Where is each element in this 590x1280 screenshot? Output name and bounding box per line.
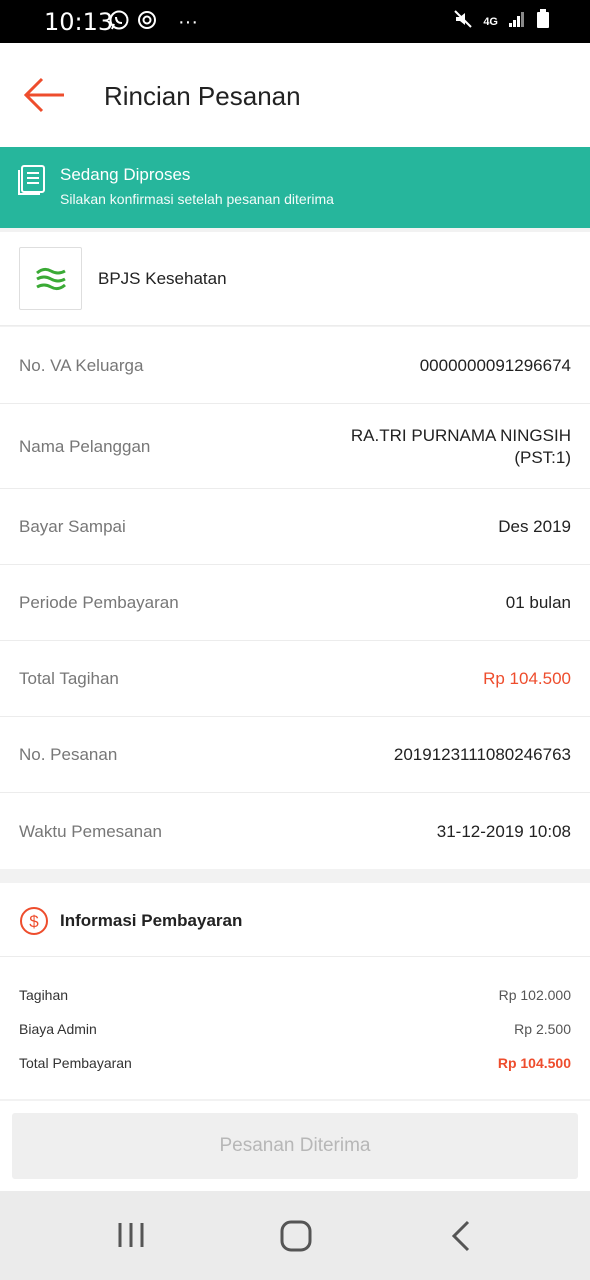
detail-label: Bayar Sampai bbox=[19, 517, 126, 536]
recent-apps-icon[interactable] bbox=[115, 1219, 147, 1256]
provider-name: BPJS Kesehatan bbox=[98, 269, 227, 288]
back-button[interactable] bbox=[20, 73, 70, 117]
more-icon: ··· bbox=[178, 11, 198, 33]
detail-value: 31-12-2019 10:08 bbox=[436, 822, 571, 841]
bottom-action-bar: Pesanan Diterima bbox=[0, 1101, 590, 1191]
status-time: 10:13 bbox=[44, 8, 114, 36]
detail-label: Waktu Pemesanan bbox=[19, 822, 162, 841]
payment-line-bill: Tagihan Rp 102.000 bbox=[0, 987, 590, 1007]
mute-icon bbox=[453, 9, 473, 34]
payment-info-title: Informasi Pembayaran bbox=[60, 911, 243, 930]
order-received-button[interactable]: Pesanan Diterima bbox=[12, 1113, 578, 1179]
payment-value: Rp 2.500 bbox=[514, 1021, 571, 1037]
detail-row-order-time: Waktu Pemesanan 31-12-2019 10:08 bbox=[0, 793, 590, 869]
detail-row-total: Total Tagihan Rp 104.500 bbox=[0, 641, 590, 717]
detail-row-period: Periode Pembayaran 01 bulan bbox=[0, 565, 590, 641]
detail-label: Total Tagihan bbox=[19, 669, 119, 688]
page-title: Rincian Pesanan bbox=[104, 81, 301, 111]
payment-line-admin: Biaya Admin Rp 2.500 bbox=[0, 1021, 590, 1041]
detail-value-line1: RA.TRI PURNAMA NINGSIH bbox=[350, 426, 571, 445]
payment-label: Total Pembayaran bbox=[19, 1055, 132, 1071]
provider-row: BPJS Kesehatan bbox=[0, 232, 590, 326]
payment-label: Biaya Admin bbox=[19, 1021, 97, 1037]
status-subtitle: Silakan konfirmasi setelah pesanan diter… bbox=[60, 191, 334, 207]
detail-value: 2019123111080246763 bbox=[393, 745, 571, 764]
payment-line-total: Total Pembayaran Rp 104.500 bbox=[0, 1055, 590, 1075]
detail-row-va: No. VA Keluarga 0000000091296674 bbox=[0, 327, 590, 404]
detail-value: Des 2019 bbox=[498, 517, 571, 536]
system-nav-bar bbox=[0, 1191, 590, 1280]
detail-row-order-no: No. Pesanan 2019123111080246763 bbox=[0, 717, 590, 793]
battery-icon bbox=[536, 9, 550, 34]
payment-info: $ Informasi Pembayaran Tagihan Rp 102.00… bbox=[0, 883, 590, 1099]
payment-value: Rp 102.000 bbox=[498, 987, 571, 1003]
network-type: 4G bbox=[483, 15, 498, 28]
detail-label: No. VA Keluarga bbox=[19, 356, 144, 375]
detail-row-paid-until: Bayar Sampai Des 2019 bbox=[0, 489, 590, 565]
signal-icon bbox=[508, 10, 526, 33]
bpjs-logo bbox=[19, 247, 82, 310]
order-details: No. VA Keluarga 0000000091296674 Nama Pe… bbox=[0, 327, 590, 869]
nav-back-icon[interactable] bbox=[448, 1219, 476, 1258]
detail-label: No. Pesanan bbox=[19, 745, 118, 764]
payment-label: Tagihan bbox=[19, 987, 69, 1003]
detail-row-customer: Nama Pelanggan RA.TRI PURNAMA NINGSIH (P… bbox=[0, 404, 590, 489]
detail-label: Periode Pembayaran bbox=[19, 593, 179, 612]
status-banner: Sedang Diproses Silakan konfirmasi setel… bbox=[0, 147, 590, 228]
sync-icon bbox=[136, 9, 158, 36]
status-bar: 10:13 ··· 4G bbox=[0, 0, 590, 43]
dollar-icon: $ bbox=[19, 906, 49, 941]
app-header: Rincian Pesanan bbox=[0, 43, 590, 147]
payment-total-value: Rp 104.500 bbox=[497, 1055, 571, 1071]
home-icon[interactable] bbox=[279, 1219, 313, 1258]
detail-value: 01 bulan bbox=[505, 593, 571, 612]
whatsapp-icon bbox=[108, 9, 130, 36]
payment-info-header: $ Informasi Pembayaran bbox=[0, 883, 590, 957]
status-title: Sedang Diproses bbox=[60, 165, 191, 184]
detail-value-total: Rp 104.500 bbox=[483, 669, 571, 688]
back-arrow-icon bbox=[23, 77, 64, 113]
detail-label: Nama Pelanggan bbox=[19, 437, 151, 456]
detail-value: 0000000091296674 bbox=[419, 356, 571, 375]
svg-text:$: $ bbox=[29, 912, 39, 931]
detail-value-line2: (PST:1) bbox=[514, 448, 571, 467]
document-icon bbox=[18, 165, 46, 200]
